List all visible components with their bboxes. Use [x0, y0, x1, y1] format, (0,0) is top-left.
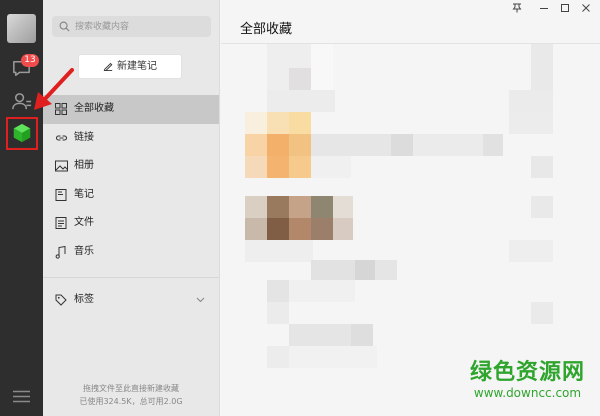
nav-item-photos[interactable]: 相册: [43, 152, 219, 181]
sidebar-divider: [43, 277, 219, 278]
category-list: 全部收藏 链接 相册 笔记 文件 音乐: [43, 95, 219, 266]
file-icon: [55, 217, 67, 229]
nav-item-notes[interactable]: 笔记: [43, 181, 219, 210]
menu-icon[interactable]: [13, 390, 30, 403]
main-panel: 全部收藏 绿色资源网 www.downcc.com: [221, 0, 600, 416]
nav-item-label: 音乐: [74, 245, 94, 257]
annotation-arrow: [34, 68, 74, 110]
nav-item-label: 相册: [74, 160, 94, 171]
left-rail: 13: [0, 0, 43, 416]
search-icon: [59, 21, 70, 32]
favorites-cube-icon[interactable]: [11, 122, 33, 144]
nav-item-label: 笔记: [74, 188, 94, 200]
pin-icon[interactable]: [508, 3, 526, 17]
nav-item-music[interactable]: 音乐: [43, 238, 219, 267]
note-icon: [55, 188, 67, 201]
storage-usage: 已使用324.5K，总可用2.0G: [79, 397, 183, 406]
tags-label: 标签: [74, 294, 94, 305]
close-icon[interactable]: [577, 3, 595, 17]
drop-hint: 拖拽文件至此直接新建收藏: [83, 384, 179, 393]
pencil-icon: [103, 62, 113, 72]
watermark-url: www.downcc.com: [473, 386, 582, 400]
watermark: 绿色资源网 www.downcc.com: [470, 360, 585, 400]
new-note-label: 新建笔记: [117, 61, 157, 72]
chevron-down-icon: [196, 297, 205, 303]
app-window: 13 新建笔记: [0, 0, 600, 416]
photo-icon: [55, 160, 68, 172]
music-icon: [55, 245, 66, 259]
page-title: 全部收藏: [240, 22, 293, 37]
nav-item-label: 文件: [74, 217, 94, 228]
nav-item-label: 链接: [74, 131, 94, 143]
tag-icon: [55, 294, 67, 306]
link-icon: [55, 134, 68, 141]
avatar[interactable]: [7, 14, 36, 43]
tags-section-toggle[interactable]: 标签: [43, 286, 219, 314]
minimize-icon[interactable]: [535, 3, 553, 17]
nav-item-files[interactable]: 文件: [43, 209, 219, 238]
favorites-sidebar: 新建笔记 全部收藏 链接: [43, 0, 220, 416]
watermark-text: 绿色资源网: [470, 360, 586, 385]
nav-item-links[interactable]: 链接: [43, 124, 219, 153]
new-note-button[interactable]: 新建笔记: [78, 54, 182, 79]
search-input[interactable]: [75, 16, 205, 37]
search-box[interactable]: [52, 16, 211, 37]
storage-footer: 拖拽文件至此直接新建收藏 已使用324.5K，总可用2.0G: [43, 382, 219, 408]
maximize-icon[interactable]: [556, 3, 574, 17]
